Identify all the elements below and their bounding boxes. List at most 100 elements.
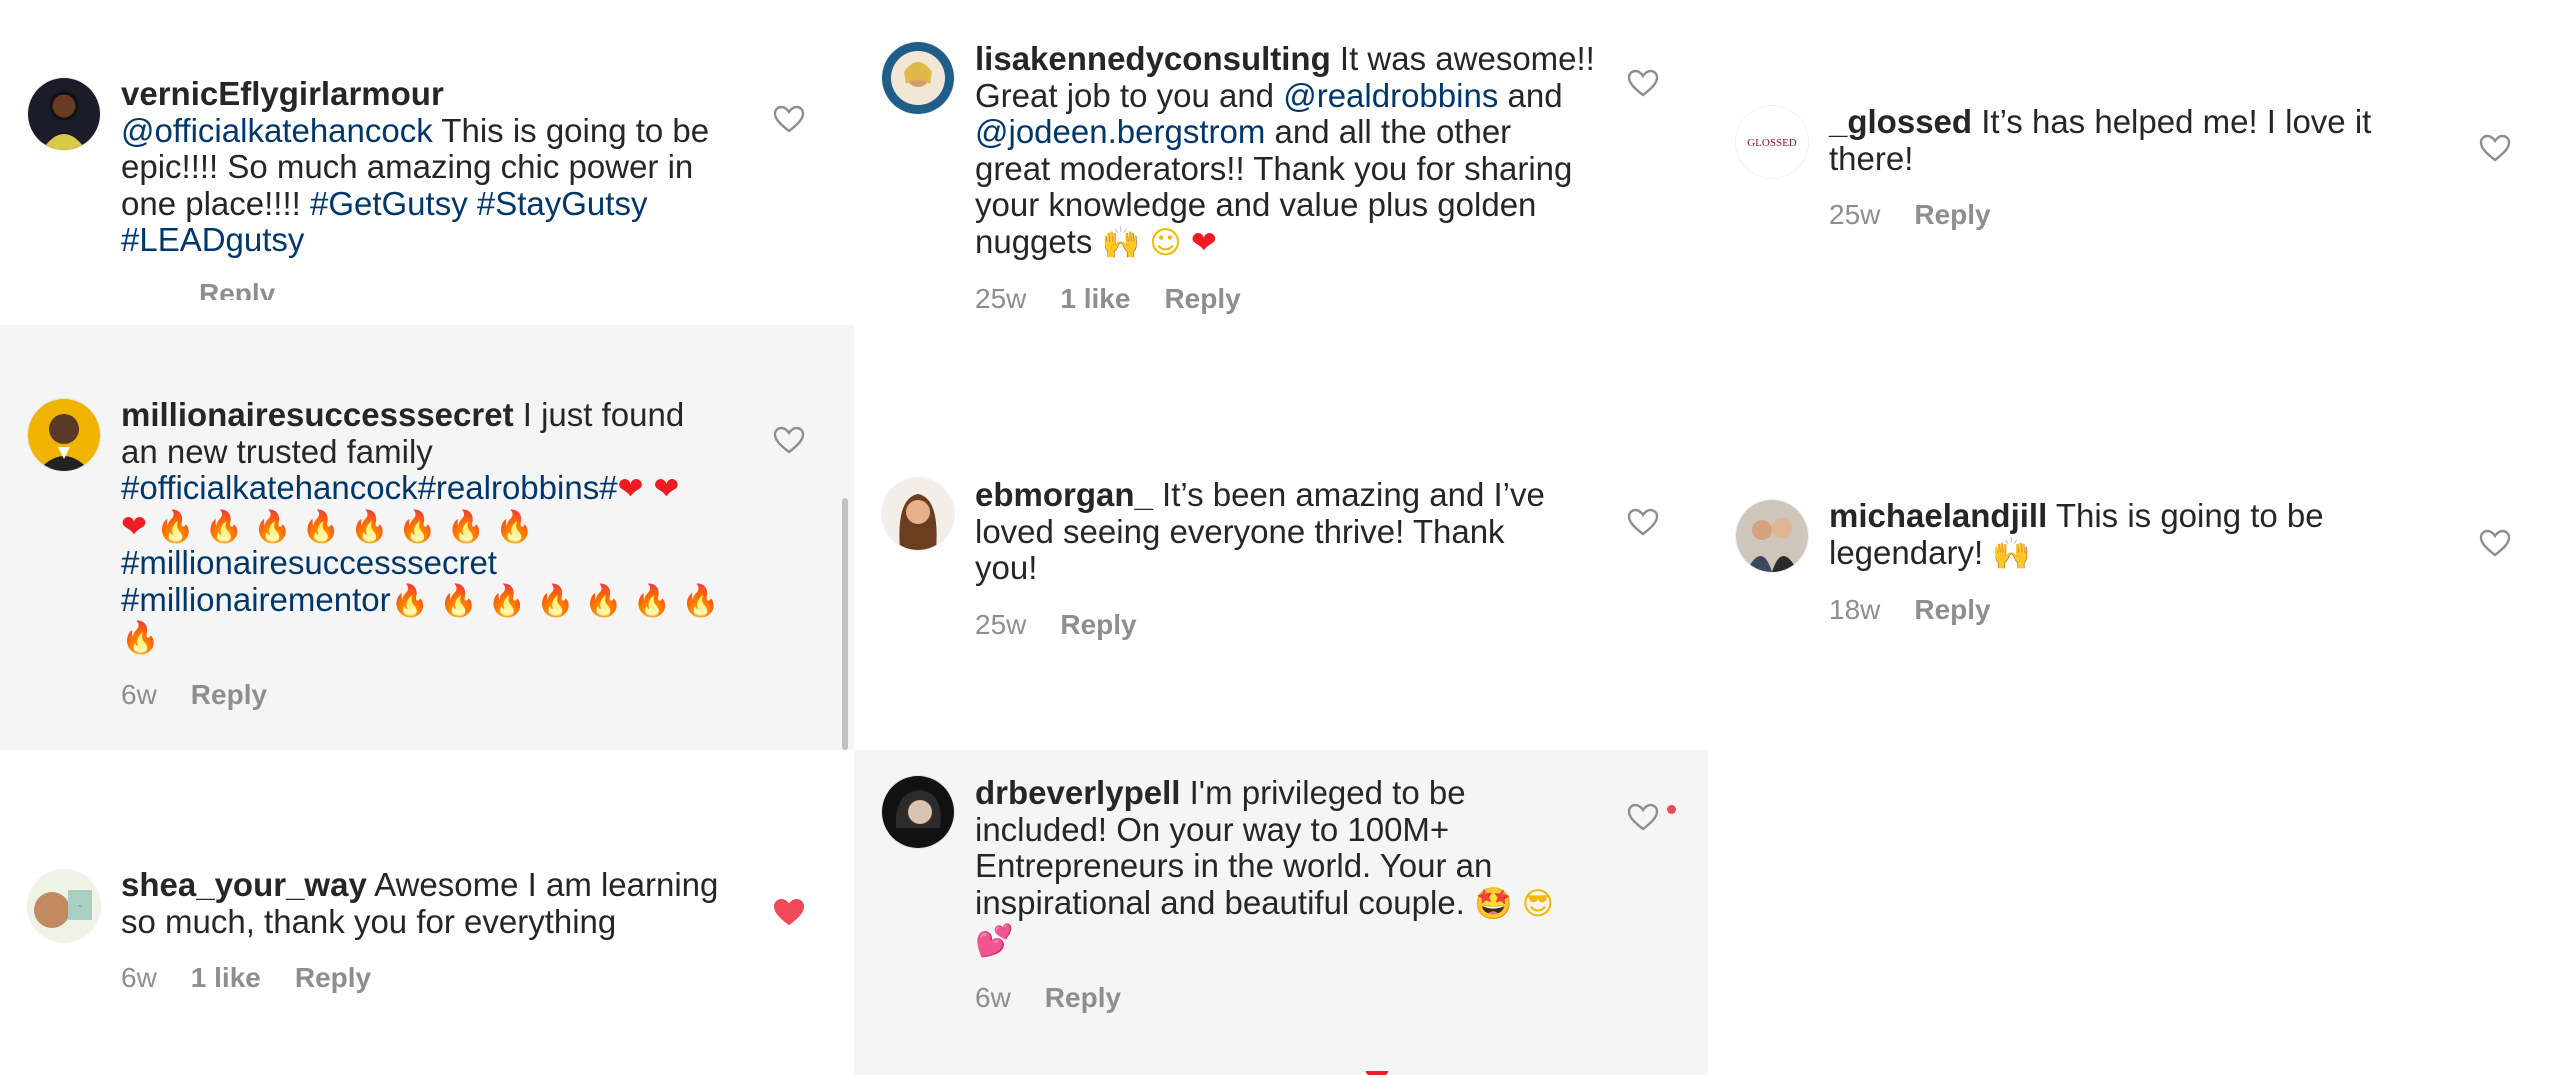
- sunglasses-emoji: 😎: [1521, 885, 1555, 922]
- avatar[interactable]: [882, 478, 954, 550]
- comment-meta: 25w Reply: [975, 609, 1575, 641]
- comment-username[interactable]: drbeverlypell: [975, 774, 1180, 811]
- comment-item: drbeverlypell I'm privileged to be inclu…: [854, 750, 1708, 1075]
- heart-outline-icon: [1627, 508, 1659, 536]
- reply-button[interactable]: Reply: [1045, 982, 1121, 1013]
- comment-username[interactable]: vernicEflygirlarmour: [121, 75, 444, 112]
- avatar[interactable]: [882, 42, 954, 114]
- comment-time[interactable]: 25w: [975, 283, 1026, 314]
- reply-button[interactable]: Reply: [191, 679, 267, 710]
- comment-item: vernicEflygirlarmour @officialkatehancoc…: [0, 0, 854, 325]
- comment-meta: 6w Reply: [121, 679, 721, 711]
- heart-outline-icon: [1627, 69, 1659, 97]
- like-button[interactable]: [1626, 507, 1660, 537]
- heart-filled-icon: [773, 898, 805, 926]
- avatar[interactable]: [28, 399, 100, 471]
- comment-time[interactable]: 18w: [1829, 594, 1880, 625]
- red-heart-emoji: ❤: [1364, 1071, 1390, 1075]
- like-button[interactable]: [772, 104, 806, 134]
- comment-body: shea_your_way Awesome I am learning so m…: [121, 866, 721, 994]
- comment-body: michaelandjill This is going to be legen…: [1829, 497, 2429, 626]
- avatar[interactable]: [882, 776, 954, 848]
- smiling-face-emoji: ☺: [1149, 224, 1182, 261]
- comment-body: drbeverlypell I'm privileged to be inclu…: [975, 774, 1595, 1014]
- hashtag-link[interactable]: #millionairesuccesssecret: [121, 544, 497, 581]
- like-button[interactable]: [2478, 528, 2512, 558]
- comment-meta: 25w 1 like Reply: [975, 283, 1595, 315]
- comment-time[interactable]: 6w: [975, 982, 1011, 1013]
- scrollbar-thumb[interactable]: [842, 498, 848, 750]
- svg-text:~: ~: [78, 904, 82, 910]
- avatar[interactable]: [1736, 500, 1808, 572]
- comment-username[interactable]: shea_your_way: [121, 866, 367, 903]
- comment-item: GLOSSED _glossed It’s has helped me! I l…: [1708, 0, 2560, 380]
- raising-hands-emoji: 🙌: [1101, 224, 1141, 261]
- reply-button[interactable]: Reply: [1164, 283, 1240, 314]
- reply-button[interactable]: Reply: [1914, 594, 1990, 625]
- like-button[interactable]: [772, 897, 806, 927]
- comment-meta: 6w 1 like Reply: [121, 962, 721, 994]
- avatar[interactable]: ~: [28, 870, 100, 942]
- avatar[interactable]: [28, 78, 100, 150]
- avatar-logo-text: GLOSSED: [1747, 137, 1797, 149]
- comment-meta: 6w Reply: [975, 982, 1595, 1014]
- red-heart-emoji: ❤ ❤: [617, 471, 680, 507]
- mention-link[interactable]: @jodeen.bergstrom: [975, 113, 1265, 150]
- comment-body: _glossed It’s has helped me! I love it t…: [1829, 103, 2429, 231]
- comments-panel-2: lisakennedyconsulting It was awesome!! G…: [854, 0, 1708, 1075]
- comment-item: lisakennedyconsulting It was awesome!! G…: [854, 0, 1708, 380]
- avatar[interactable]: GLOSSED: [1736, 106, 1808, 178]
- comments-panel-1: vernicEflygirlarmour @officialkatehancoc…: [0, 0, 854, 1075]
- comment-body: ebmorgan_ It’s been amazing and I’ve lov…: [975, 476, 1575, 641]
- reply-button[interactable]: Reply: [199, 278, 275, 300]
- comment-body: lisakennedyconsultingmillionairesuccesss…: [121, 396, 721, 711]
- comment-item: lisakennedyconsultingmillionairesuccesss…: [0, 325, 854, 750]
- fire-emoji: 🔥: [121, 620, 160, 656]
- star-struck-emoji: 🤩: [1474, 885, 1513, 922]
- comment-meta-clipped: Reply: [121, 278, 275, 300]
- hashtag-link[interactable]: #officialkatehancock#realrobbins#: [121, 469, 618, 506]
- like-button[interactable]: [772, 425, 806, 455]
- hashtag-link[interactable]: #StayGutsy: [477, 185, 648, 222]
- heart-outline-icon: [2479, 134, 2511, 162]
- comment-item: ebmorgan_ It’s been amazing and I’ve lov…: [854, 380, 1708, 750]
- comment-item: ~ shea_your_way Awesome I am learning so…: [0, 750, 854, 1075]
- red-heart-emoji: ❤: [121, 508, 147, 545]
- reply-button[interactable]: Reply: [1060, 609, 1136, 640]
- red-heart-emoji: ❤: [1190, 224, 1217, 261]
- reply-button[interactable]: Reply: [1914, 199, 1990, 230]
- heart-outline-icon: [1627, 803, 1659, 831]
- comment-username[interactable]: _glossed: [1829, 103, 1972, 140]
- raising-hands-emoji: 🙌: [1992, 535, 2031, 572]
- likes-count[interactable]: 1 like: [191, 962, 261, 993]
- hashtag-link[interactable]: #LEADgutsy: [121, 221, 304, 258]
- two-hearts-emoji: 💕: [975, 923, 1014, 959]
- heart-outline-icon: [2479, 529, 2511, 557]
- reply-button[interactable]: Reply: [295, 962, 371, 993]
- heart-outline-icon: [773, 426, 805, 454]
- comment-meta: 25w Reply: [1829, 199, 2429, 231]
- comment-meta: 18w Reply: [1829, 594, 2429, 626]
- like-button[interactable]: [1626, 68, 1660, 98]
- comment-time[interactable]: 6w: [121, 962, 157, 993]
- comment-item: michaelandjill This is going to be legen…: [1708, 380, 2560, 760]
- hashtag-link[interactable]: #millionairementor: [121, 581, 391, 618]
- like-button[interactable]: [2478, 133, 2512, 163]
- comment-username[interactable]: millionairesuccesssecret: [121, 396, 514, 433]
- comment-body: lisakennedyconsulting It was awesome!! G…: [975, 40, 1595, 315]
- comment-text: and: [1498, 76, 1563, 114]
- comment-username[interactable]: michaelandjill: [1829, 497, 2047, 534]
- mention-link[interactable]: @realdrobbins: [1283, 77, 1498, 114]
- heart-outline-icon: [773, 105, 805, 133]
- hashtag-link[interactable]: #GetGutsy: [310, 185, 468, 222]
- likes-count[interactable]: 1 like: [1060, 283, 1130, 314]
- comment-username[interactable]: lisakennedyconsulting: [975, 40, 1331, 77]
- comment-username[interactable]: ebmorgan_: [975, 476, 1153, 513]
- comment-time[interactable]: 25w: [1829, 199, 1880, 230]
- comment-body: vernicEflygirlarmour @officialkatehancoc…: [121, 75, 721, 259]
- mention-link[interactable]: @officialkatehancock: [121, 112, 433, 149]
- like-button[interactable]: [1626, 802, 1660, 832]
- comment-time[interactable]: 25w: [975, 609, 1026, 640]
- comments-panel-3: GLOSSED _glossed It’s has helped me! I l…: [1708, 0, 2560, 1075]
- comment-time[interactable]: 6w: [121, 679, 157, 710]
